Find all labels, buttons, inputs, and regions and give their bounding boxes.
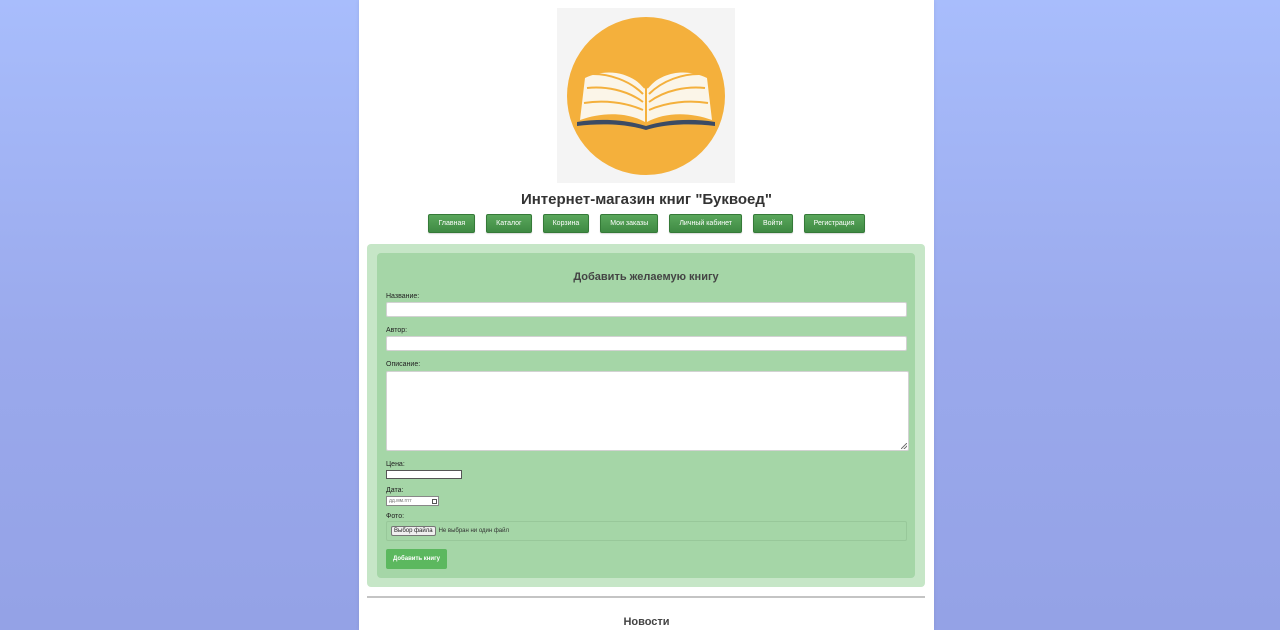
file-status-text: Не выбран ни один файл [438, 528, 509, 534]
site-title: Интернет-магазин книг "Буквоед" [520, 191, 773, 208]
main-nav: Главная Каталог Корзина Мои заказы Личны… [359, 214, 934, 233]
choose-file-button[interactable]: Выбор файла [391, 526, 436, 536]
author-input[interactable] [386, 336, 907, 351]
resize-handle-icon[interactable] [901, 443, 907, 449]
nav-catalog-button[interactable]: Каталог [486, 214, 532, 233]
date-placeholder: дд.мм.гггг [389, 498, 412, 504]
description-textarea[interactable] [386, 371, 909, 451]
nav-orders-button[interactable]: Мои заказы [600, 214, 659, 233]
form-title: Добавить желаемую книгу [573, 271, 719, 283]
add-book-form-wrapper: Добавить желаемую книгу Название: Автор:… [367, 244, 925, 587]
name-label: Название: [386, 293, 420, 300]
nav-home-button[interactable]: Главная [428, 214, 476, 233]
add-book-button[interactable]: Добавить книгу [386, 549, 447, 569]
logo [557, 8, 735, 183]
date-label: Дата: [386, 487, 404, 494]
add-book-form: Добавить желаемую книгу Название: Автор:… [377, 253, 915, 578]
open-book-logo-icon [567, 17, 725, 175]
author-label: Автор: [386, 327, 408, 334]
photo-file-input: Выбор файла Не выбран ни один файл [386, 521, 907, 541]
price-label: Цена: [386, 461, 405, 468]
description-label: Описание: [386, 361, 421, 368]
price-input[interactable] [386, 470, 462, 479]
nav-cart-button[interactable]: Корзина [542, 214, 590, 233]
nav-login-button[interactable]: Войти [752, 214, 793, 233]
name-input[interactable] [386, 302, 907, 317]
date-input[interactable]: дд.мм.гггг [386, 496, 439, 506]
nav-register-button[interactable]: Регистрация [803, 214, 865, 233]
photo-label: Фото: [386, 513, 405, 520]
calendar-icon[interactable] [432, 498, 437, 504]
news-title: Новости [623, 616, 670, 628]
page-container: Интернет-магазин книг "Буквоед" Главная … [359, 0, 934, 630]
section-divider [367, 596, 925, 598]
nav-account-button[interactable]: Личный кабинет [669, 214, 742, 233]
